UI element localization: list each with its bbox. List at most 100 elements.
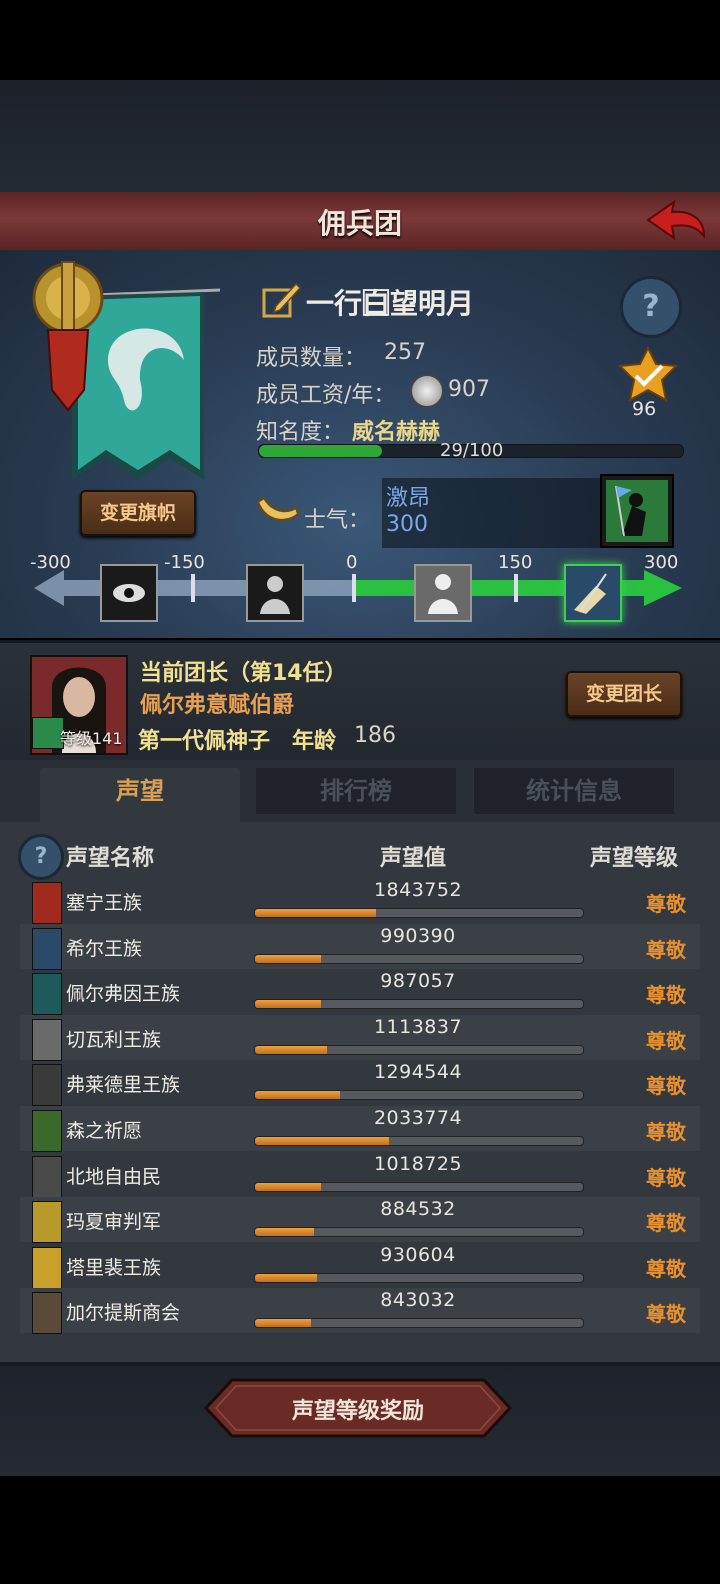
faction-crest-icon xyxy=(32,927,62,970)
reputation-bar-fill xyxy=(255,1137,390,1145)
reputation-level: 尊敬 xyxy=(646,937,686,962)
table-row[interactable]: 希尔王族 990390 尊敬 xyxy=(20,923,700,970)
leader-title: 当前团长（第14任） xyxy=(140,661,347,686)
col-header-name: 声望名称 xyxy=(66,846,155,871)
member-count-label: 成员数量： xyxy=(256,346,367,371)
horn-icon xyxy=(256,496,300,526)
page-title: 佣兵团 xyxy=(317,207,402,240)
reputation-level: 尊敬 xyxy=(646,983,686,1008)
reputation-bar-fill xyxy=(255,1000,321,1009)
reputation-level: 尊敬 xyxy=(646,1165,686,1190)
reputation-bar xyxy=(254,1136,584,1146)
morale-fear-icon xyxy=(100,564,158,622)
tick-label: 150 xyxy=(498,552,533,573)
leader-lineage: 第一代佩神子 xyxy=(138,729,271,754)
guild-name: 一行白⃞望明月 xyxy=(306,287,475,320)
table-row[interactable]: 塞宁王族 1843752 尊敬 xyxy=(20,878,700,924)
faction-crest-icon xyxy=(32,1155,62,1198)
reputation-level: 尊敬 xyxy=(646,1302,686,1327)
tab-statistics[interactable]: 统计信息 xyxy=(474,768,674,814)
morale-calm-icon xyxy=(414,564,472,622)
bottom-bar: 声望等级奖励 xyxy=(0,1362,720,1476)
faction-name: 弗莱德里王族 xyxy=(66,1074,181,1097)
reputation-level: 尊敬 xyxy=(646,892,686,916)
table-row[interactable]: 佩尔弗因王族 987057 尊敬 xyxy=(20,969,700,1016)
reputation-bar xyxy=(254,999,584,1010)
member-count: 257 xyxy=(384,340,426,365)
table-row[interactable]: 北地自由民 1018725 尊敬 xyxy=(20,1152,700,1198)
reputation-value: 930604 xyxy=(380,1243,456,1266)
reputation-level: 尊敬 xyxy=(646,1028,686,1053)
tab-reputation[interactable]: 声望 xyxy=(40,768,240,828)
table-row[interactable]: 玛夏审判军 884532 尊敬 xyxy=(20,1197,700,1244)
title-bar: 佣兵团 xyxy=(0,192,720,253)
reputation-bar xyxy=(254,1227,584,1238)
reputation-bar-fill xyxy=(255,1182,321,1191)
reputation-bar-fill xyxy=(255,1273,318,1282)
morale-high-icon xyxy=(564,564,622,622)
salary-label: 成员工资/年： xyxy=(256,383,396,408)
fame-label: 知名度： xyxy=(256,420,345,445)
tick-label: -150 xyxy=(164,552,205,573)
fame-value: 威名赫赫 xyxy=(352,420,441,445)
table-row[interactable]: 加尔提斯商会 843032 尊敬 xyxy=(20,1288,700,1335)
rank-badge-icon xyxy=(616,345,680,406)
faction-crest-icon xyxy=(32,1246,62,1289)
tick-label: 0 xyxy=(346,552,358,573)
back-arrow-icon[interactable] xyxy=(644,198,708,242)
reputation-bar-fill xyxy=(255,1045,328,1054)
help-icon[interactable]: ? xyxy=(620,276,682,338)
leader-age: 186 xyxy=(354,723,396,748)
col-header-value: 声望值 xyxy=(380,846,447,871)
reputation-value: 987057 xyxy=(380,970,456,993)
reputation-bar xyxy=(254,1318,584,1329)
reputation-bar-fill xyxy=(255,954,321,963)
edit-name-icon[interactable] xyxy=(262,280,302,320)
leader-age-label: 年龄 xyxy=(292,729,337,754)
guild-banner[interactable] xyxy=(28,260,228,490)
change-banner-button[interactable]: 变更旗帜 xyxy=(80,490,196,536)
faction-crest-icon xyxy=(32,1064,62,1107)
table-row[interactable]: 切瓦利王族 1113837 尊敬 xyxy=(20,1014,700,1061)
faction-name: 希尔王族 xyxy=(66,937,143,960)
charge-flag-icon[interactable] xyxy=(600,474,674,548)
faction-crest-icon xyxy=(32,973,62,1016)
help-icon[interactable]: ? xyxy=(18,834,64,880)
table-row[interactable]: 弗莱德里王族 1294544 尊敬 xyxy=(20,1060,700,1107)
morale-label: 士气： xyxy=(304,508,371,533)
reputation-bar-fill xyxy=(255,909,377,917)
salary-value: 907 xyxy=(448,377,490,402)
tab-ranking[interactable]: 排行榜 xyxy=(256,768,456,814)
col-header-level: 声望等级 xyxy=(590,846,679,871)
reputation-level: 尊敬 xyxy=(646,1120,686,1144)
faction-name: 玛夏审判军 xyxy=(66,1211,162,1234)
reputation-reward-button[interactable]: 声望等级奖励 xyxy=(204,1378,512,1438)
reputation-level: 尊敬 xyxy=(646,1074,686,1099)
faction-name: 塞宁王族 xyxy=(66,892,143,914)
leader-name: 佩尔弗意赋伯爵 xyxy=(140,693,295,718)
reputation-value: 990390 xyxy=(380,924,456,947)
reputation-bar xyxy=(254,1181,584,1192)
silver-coin-icon xyxy=(410,374,444,408)
leader-level: 等级141 xyxy=(60,729,123,748)
leader-panel: 等级141 当前团长（第14任） 佩尔弗意赋伯爵 第一代佩神子 年龄 186 变… xyxy=(0,640,720,763)
rank-badge-value: 96 xyxy=(632,398,657,420)
fame-progress-fill xyxy=(259,445,382,457)
table-row[interactable]: 塔里裴王族 930604 尊敬 xyxy=(20,1243,700,1289)
faction-name: 森之祈愿 xyxy=(66,1120,143,1142)
table-row[interactable]: 森之祈愿 2033774 尊敬 xyxy=(20,1106,700,1152)
change-leader-button[interactable]: 变更团长 xyxy=(566,671,682,717)
reputation-list: ? 声望名称 声望值 声望等级 塞宁王族 1843752 尊敬希尔王族 990390 尊… xyxy=(0,822,720,1362)
faction-crest-icon xyxy=(32,1110,62,1152)
faction-name: 切瓦利王族 xyxy=(66,1028,162,1051)
faction-name: 北地自由民 xyxy=(66,1165,162,1188)
morale-value: 300 xyxy=(386,512,428,537)
tick-label: 300 xyxy=(644,552,679,573)
reputation-bar xyxy=(254,908,584,918)
reputation-value: 1018725 xyxy=(373,1152,463,1175)
reputation-bar xyxy=(254,1272,584,1283)
faction-crest-icon xyxy=(32,1292,62,1335)
faction-crest-icon xyxy=(32,882,62,924)
faction-crest-icon xyxy=(32,1201,62,1244)
faction-name: 塔里裴王族 xyxy=(66,1256,162,1279)
